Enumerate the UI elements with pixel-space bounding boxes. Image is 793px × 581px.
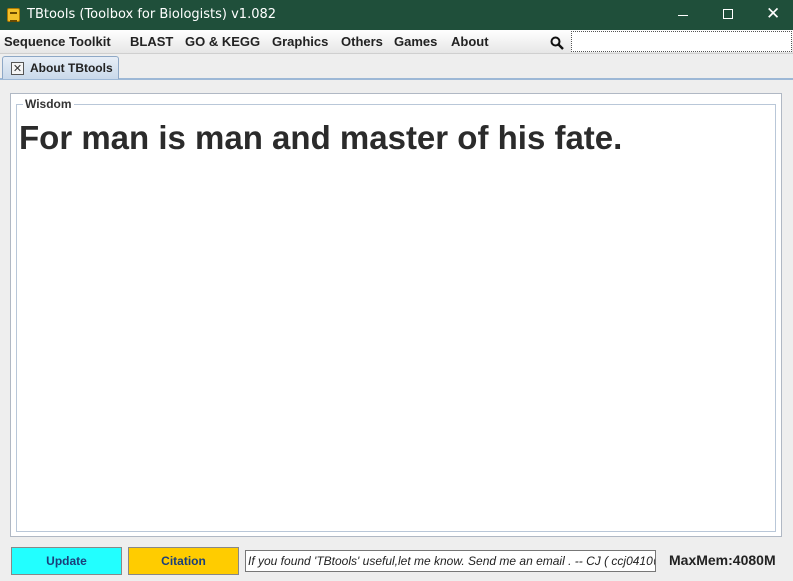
close-window-button[interactable]: ✕ — [750, 0, 793, 30]
close-icon: ✕ — [766, 4, 781, 24]
menu-blast[interactable]: BLAST — [130, 34, 173, 49]
menu-about[interactable]: About — [451, 34, 489, 49]
app-icon — [7, 8, 20, 22]
menu-games[interactable]: Games — [394, 34, 437, 49]
maximize-icon — [723, 9, 733, 19]
menu-go-kegg[interactable]: GO & KEGG — [185, 34, 260, 49]
search-input[interactable] — [571, 31, 792, 52]
search-icon[interactable] — [550, 36, 564, 50]
message-field[interactable]: If you found 'TBtools' useful,let me kno… — [245, 550, 656, 572]
window-title: TBtools (Toolbox for Biologists) v1.082 — [27, 7, 277, 22]
minimize-button[interactable] — [660, 0, 706, 30]
content-panel: Wisdom For man is man and master of his … — [10, 93, 782, 537]
tab-about-tbtools[interactable]: ✕ About TBtools — [2, 56, 119, 79]
menu-sequence-toolkit[interactable]: Sequence Toolkit — [4, 34, 111, 49]
tab-close-icon[interactable]: ✕ — [11, 62, 24, 75]
title-bar: TBtools (Toolbox for Biologists) v1.082 … — [0, 0, 793, 30]
maximize-button[interactable] — [705, 0, 751, 30]
wisdom-legend: Wisdom — [23, 97, 74, 111]
citation-button[interactable]: Citation — [128, 547, 239, 575]
menu-graphics[interactable]: Graphics — [272, 34, 328, 49]
tab-strip: ✕ About TBtools — [0, 55, 793, 80]
minimize-icon — [678, 15, 688, 16]
tab-label: About TBtools — [30, 61, 113, 75]
wisdom-quote: For man is man and master of his fate. — [19, 119, 623, 156]
maxmem-label: MaxMem:4080M — [669, 552, 776, 568]
update-button[interactable]: Update — [11, 547, 122, 575]
menu-others[interactable]: Others — [341, 34, 383, 49]
wisdom-group: Wisdom For man is man and master of his … — [16, 97, 776, 532]
